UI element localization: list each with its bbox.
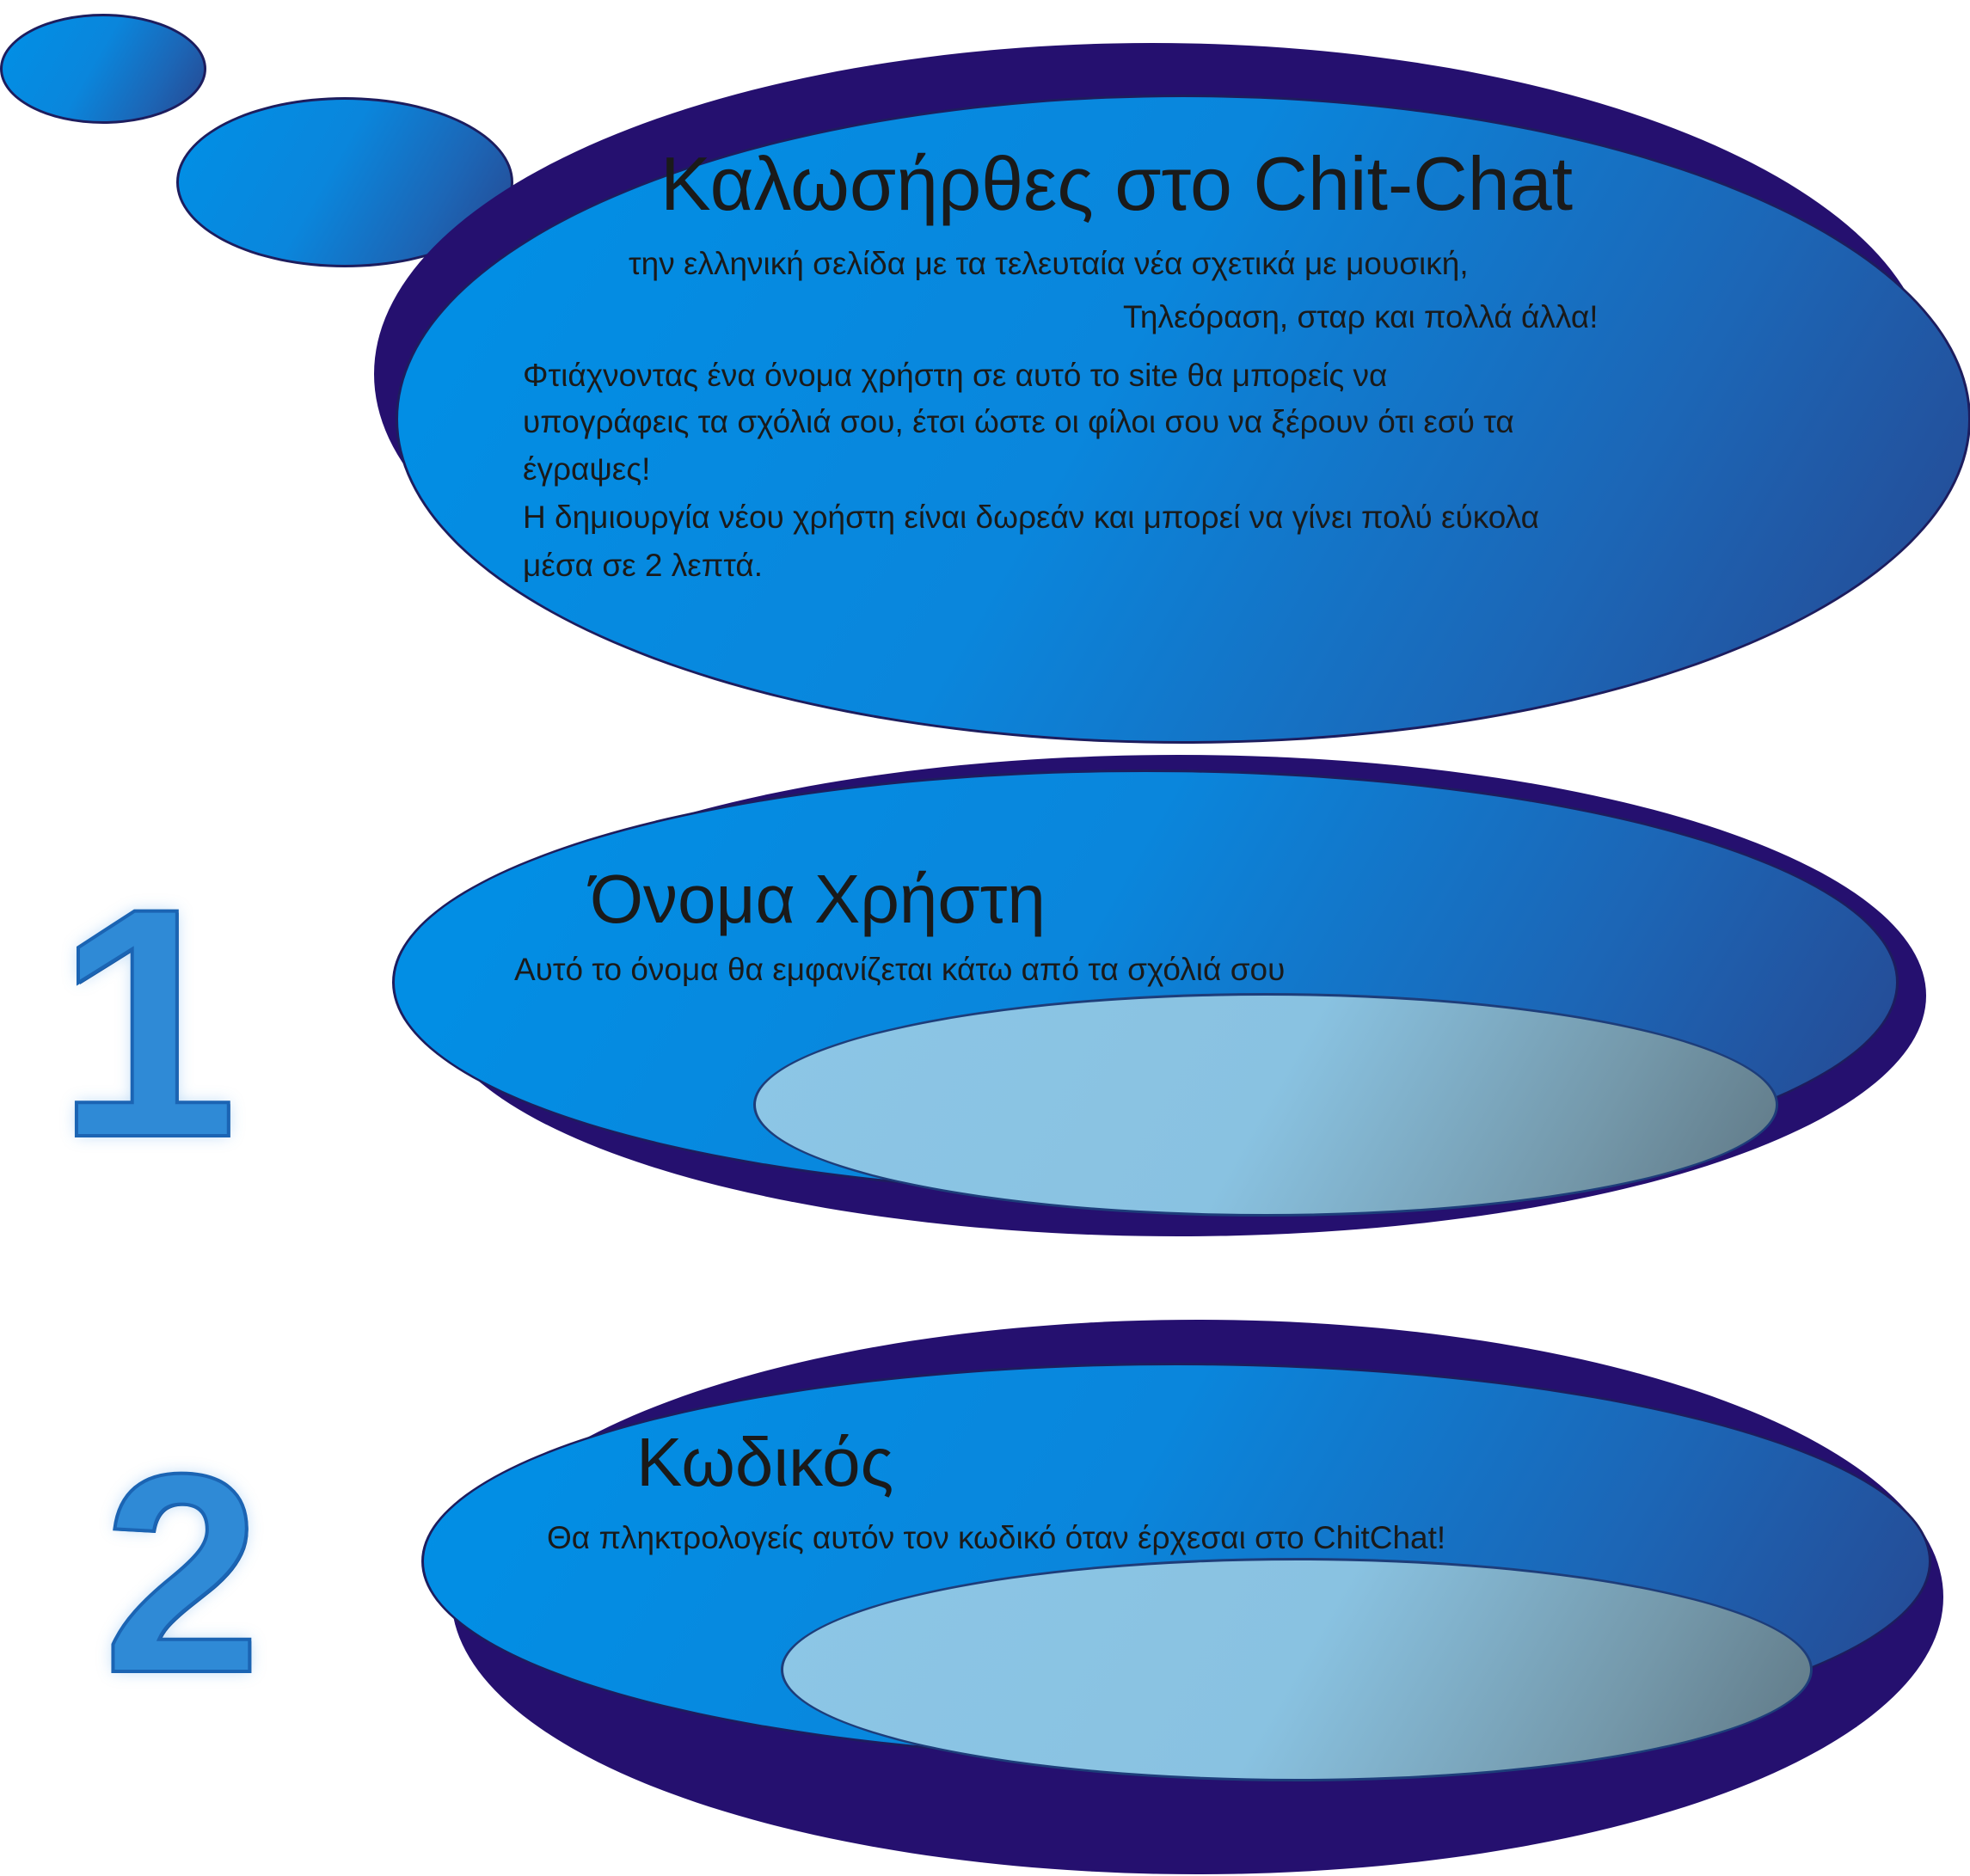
small-bubble: [0, 14, 206, 124]
step-2-number: 2: [101, 1414, 263, 1732]
welcome-para2-line1: Η δημιουργία νέου χρήστη είναι δωρεάν κα…: [523, 500, 1539, 535]
welcome-subtitle-line1: την ελληνική σελίδα με τα τελευταία νέα …: [629, 246, 1469, 281]
password-hint: Θα πληκτρολογείς αυτόν τον κωδικό όταν έ…: [547, 1520, 1446, 1555]
username-hint: Αυτό το όνομα θα εμφανίζεται κάτω από τα…: [514, 952, 1286, 987]
password-input[interactable]: [781, 1558, 1813, 1781]
welcome-para1-line2: υπογράφεις τα σχόλιά σου, έτσι ώστε οι φ…: [523, 404, 1514, 439]
welcome-para1-line1: Φτιάχνοντας ένα όνομα χρήστη σε αυτό το …: [523, 358, 1388, 393]
password-title: Κωδικός: [636, 1424, 894, 1500]
step-1-number: 1: [54, 840, 239, 1205]
welcome-subtitle-line2: Τηλεόραση, σταρ και πολλά άλλα!: [1123, 299, 1599, 334]
welcome-title: Καλωσήρθες στο Chit-Chat: [660, 141, 1574, 226]
username-input[interactable]: [753, 993, 1778, 1217]
welcome-para1-line3: έγραψες!: [523, 451, 651, 487]
welcome-para2-line2: μέσα σε 2 λεπτά.: [523, 548, 764, 583]
username-title: Όνομα Χρήστη: [590, 861, 1046, 937]
